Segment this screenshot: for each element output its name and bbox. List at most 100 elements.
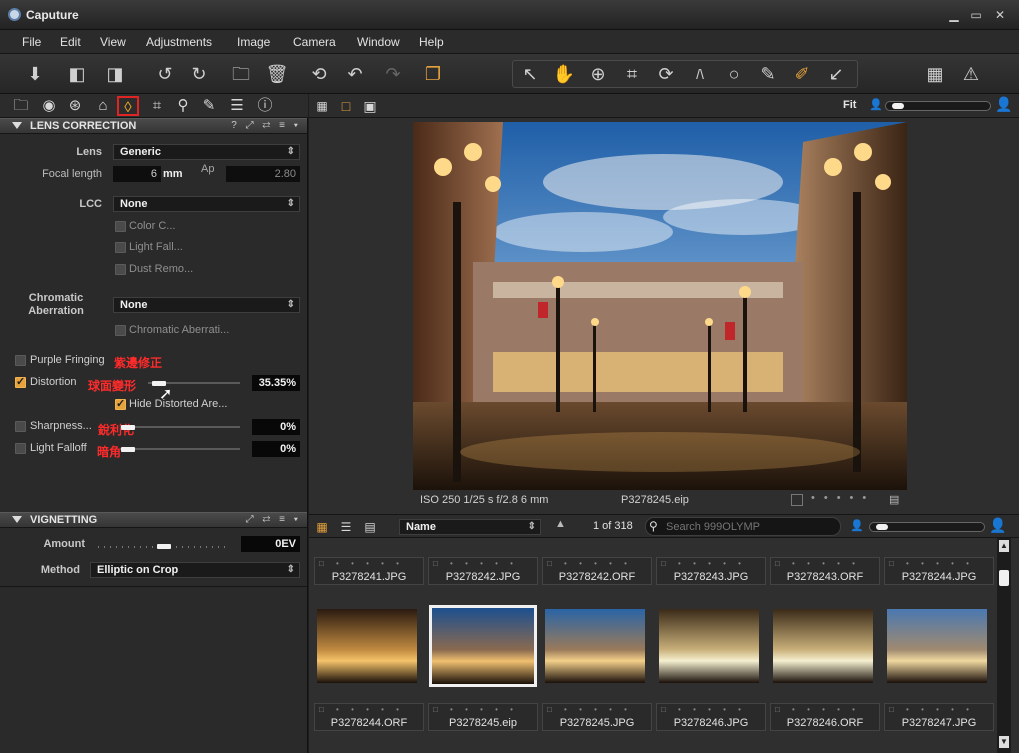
color-cast-checkbox[interactable] bbox=[115, 221, 126, 232]
arrow-icon[interactable]: ↙ bbox=[823, 61, 849, 87]
list-browser-icon[interactable]: ☰ bbox=[335, 517, 357, 537]
multi-view-icon[interactable]: ▣ bbox=[359, 96, 381, 116]
rating-dots[interactable]: □ • • • • • bbox=[547, 559, 632, 568]
zoom-icon[interactable]: ⊕ bbox=[585, 61, 611, 87]
sharpness-value[interactable]: 0% bbox=[252, 419, 300, 435]
browser-scrollbar[interactable]: ▲ ▼ bbox=[997, 538, 1011, 753]
scroll-down-icon[interactable]: ▼ bbox=[999, 736, 1009, 748]
thumbnail-caption[interactable]: □ • • • • • P3278243.JPG bbox=[656, 557, 766, 585]
thumbnail-caption[interactable]: □ • • • • • P3278242.JPG bbox=[428, 557, 538, 585]
thumbnail-caption[interactable]: □ • • • • • P3278246.ORF bbox=[770, 703, 880, 731]
stack-icon[interactable]: ❐ bbox=[420, 61, 446, 87]
sharpness-slider-thumb[interactable] bbox=[121, 425, 135, 430]
crop-icon[interactable]: ⌗ bbox=[619, 61, 645, 87]
compare-icon[interactable]: ◧ bbox=[64, 61, 90, 87]
metadata-icon[interactable]: ▤ bbox=[889, 493, 899, 506]
scroll-up-icon[interactable]: ▲ bbox=[999, 540, 1009, 552]
folder-icon[interactable]: 🗀 bbox=[228, 61, 254, 87]
zoom-slider-thumb[interactable] bbox=[892, 103, 904, 109]
rating-dots[interactable]: □ • • • • • bbox=[319, 559, 404, 568]
brush-icon[interactable]: ✎ bbox=[755, 61, 781, 87]
folder-tab-icon[interactable]: 🗀 bbox=[10, 96, 32, 116]
keystone-icon[interactable]: /\ bbox=[687, 61, 713, 87]
zoom-slider[interactable] bbox=[885, 101, 991, 111]
variant-icon[interactable]: ◨ bbox=[102, 61, 128, 87]
chromatic-dropdown[interactable]: None bbox=[113, 297, 300, 313]
thumbnail-image[interactable] bbox=[317, 609, 417, 683]
hand-icon[interactable]: ✋ bbox=[551, 61, 577, 87]
picker-icon[interactable]: ✐ bbox=[789, 61, 815, 87]
rotate-tool-icon[interactable]: ⟳ bbox=[653, 61, 679, 87]
rating-dots[interactable]: □ • • • • • bbox=[775, 705, 860, 714]
hide-distorted-checkbox[interactable] bbox=[115, 397, 126, 410]
rating-dots[interactable]: □ • • • • • bbox=[433, 705, 518, 714]
lens-correction-header[interactable]: LENS CORRECTION ? ⤢ ⇄ ≡ ▾ bbox=[0, 118, 307, 134]
lcc-dropdown[interactable]: None bbox=[113, 196, 300, 212]
purple-fringing-checkbox[interactable] bbox=[15, 355, 26, 366]
scroll-thumb[interactable] bbox=[999, 570, 1009, 586]
thumbnail-image[interactable] bbox=[429, 605, 537, 687]
main-photo[interactable] bbox=[413, 122, 907, 490]
rating-box-icon[interactable] bbox=[791, 494, 803, 506]
menu-edit[interactable]: Edit bbox=[60, 35, 81, 49]
distortion-value[interactable]: 35.35% bbox=[252, 375, 300, 391]
thumbnail-caption[interactable]: □ • • • • • P3278244.JPG bbox=[884, 557, 994, 585]
minimize-button[interactable]: ▁ bbox=[944, 6, 964, 24]
redo-icon[interactable]: ↷ bbox=[380, 61, 406, 87]
sort-dropdown[interactable]: Name bbox=[399, 519, 541, 535]
grid-browser-icon[interactable]: ▦ bbox=[311, 517, 333, 537]
panel-header-icons[interactable]: ? ⤢ ⇄ ≡ ▾ bbox=[231, 120, 301, 131]
filmstrip-browser-icon[interactable]: ▤ bbox=[359, 517, 381, 537]
rating-dots[interactable]: □ • • • • • bbox=[433, 559, 518, 568]
rating-dots[interactable]: □ • • • • • bbox=[889, 559, 974, 568]
maximize-button[interactable]: ▭ bbox=[966, 6, 986, 24]
grid-view-icon[interactable]: ▦ bbox=[311, 96, 333, 116]
rating-dots[interactable]: ••••• bbox=[811, 492, 875, 504]
menu-view[interactable]: View bbox=[100, 35, 126, 49]
rating-dots[interactable]: □ • • • • • bbox=[547, 705, 632, 714]
light-falloff-checkbox[interactable] bbox=[15, 443, 26, 454]
local-adjust-tab-icon[interactable]: ✎ bbox=[198, 96, 220, 116]
exposure-tab-icon[interactable]: ⌂ bbox=[92, 96, 114, 116]
thumbnail-size-thumb[interactable] bbox=[876, 524, 888, 530]
light-falloff-slider-thumb[interactable] bbox=[121, 447, 135, 452]
search-box[interactable]: ⚲ bbox=[645, 517, 841, 536]
collapse-triangle-icon[interactable] bbox=[12, 122, 22, 129]
sharpness-falloff-checkbox[interactable] bbox=[15, 421, 26, 432]
single-view-icon[interactable]: □ bbox=[335, 96, 357, 116]
rating-dots[interactable]: □ • • • • • bbox=[775, 559, 860, 568]
camera-tab-icon[interactable]: ◉ bbox=[38, 96, 60, 116]
rotate-left-icon[interactable]: ↺ bbox=[152, 61, 178, 87]
details-tab-icon[interactable]: ⚲ bbox=[172, 96, 194, 116]
lens-tab-icon[interactable]: ◊ bbox=[117, 96, 139, 116]
close-button[interactable]: ✕ bbox=[990, 6, 1010, 24]
thumbnail-image[interactable] bbox=[887, 609, 987, 683]
amount-slider-thumb[interactable] bbox=[157, 544, 171, 549]
search-input[interactable] bbox=[666, 520, 836, 533]
light-falloff-lcc-checkbox[interactable] bbox=[115, 242, 126, 253]
menu-image[interactable]: Image bbox=[237, 35, 270, 49]
menu-camera[interactable]: Camera bbox=[293, 35, 336, 49]
vignetting-header-icons[interactable]: ⤢ ⇄ ≡ ▾ bbox=[246, 514, 301, 525]
light-falloff-value[interactable]: 0% bbox=[252, 441, 300, 457]
rating-dots[interactable]: □ • • • • • bbox=[661, 559, 746, 568]
undo-all-icon[interactable]: ⟲ bbox=[306, 61, 332, 87]
rating-dots[interactable]: □ • • • • • bbox=[319, 705, 404, 714]
menu-window[interactable]: Window bbox=[357, 35, 400, 49]
thumbnail-image[interactable] bbox=[545, 609, 645, 683]
amount-value[interactable]: 0EV bbox=[241, 536, 300, 552]
sharpness-slider[interactable] bbox=[120, 426, 240, 428]
crop-tab-icon[interactable]: ⌗ bbox=[146, 96, 168, 116]
vignetting-header[interactable]: VIGNETTING ⤢ ⇄ ≡ ▾ bbox=[0, 512, 307, 528]
thumbnail-caption[interactable]: □ • • • • • P3278245.JPG bbox=[542, 703, 652, 731]
dust-removal-checkbox[interactable] bbox=[115, 264, 126, 275]
undo-icon[interactable]: ↶ bbox=[342, 61, 368, 87]
thumbnail-size-slider[interactable] bbox=[869, 522, 985, 532]
thumbnail-caption[interactable]: □ • • • • • P3278241.JPG bbox=[314, 557, 424, 585]
metadata-tab-icon[interactable]: ☰ bbox=[226, 96, 248, 116]
thumbnail-image[interactable] bbox=[773, 609, 873, 683]
select-icon[interactable]: ↖ bbox=[517, 61, 543, 87]
thumbnail-caption[interactable]: □ • • • • • P3278244.ORF bbox=[314, 703, 424, 731]
workspace-icon[interactable]: ▦ bbox=[922, 61, 948, 87]
color-tab-icon[interactable]: ⊛ bbox=[64, 96, 86, 116]
